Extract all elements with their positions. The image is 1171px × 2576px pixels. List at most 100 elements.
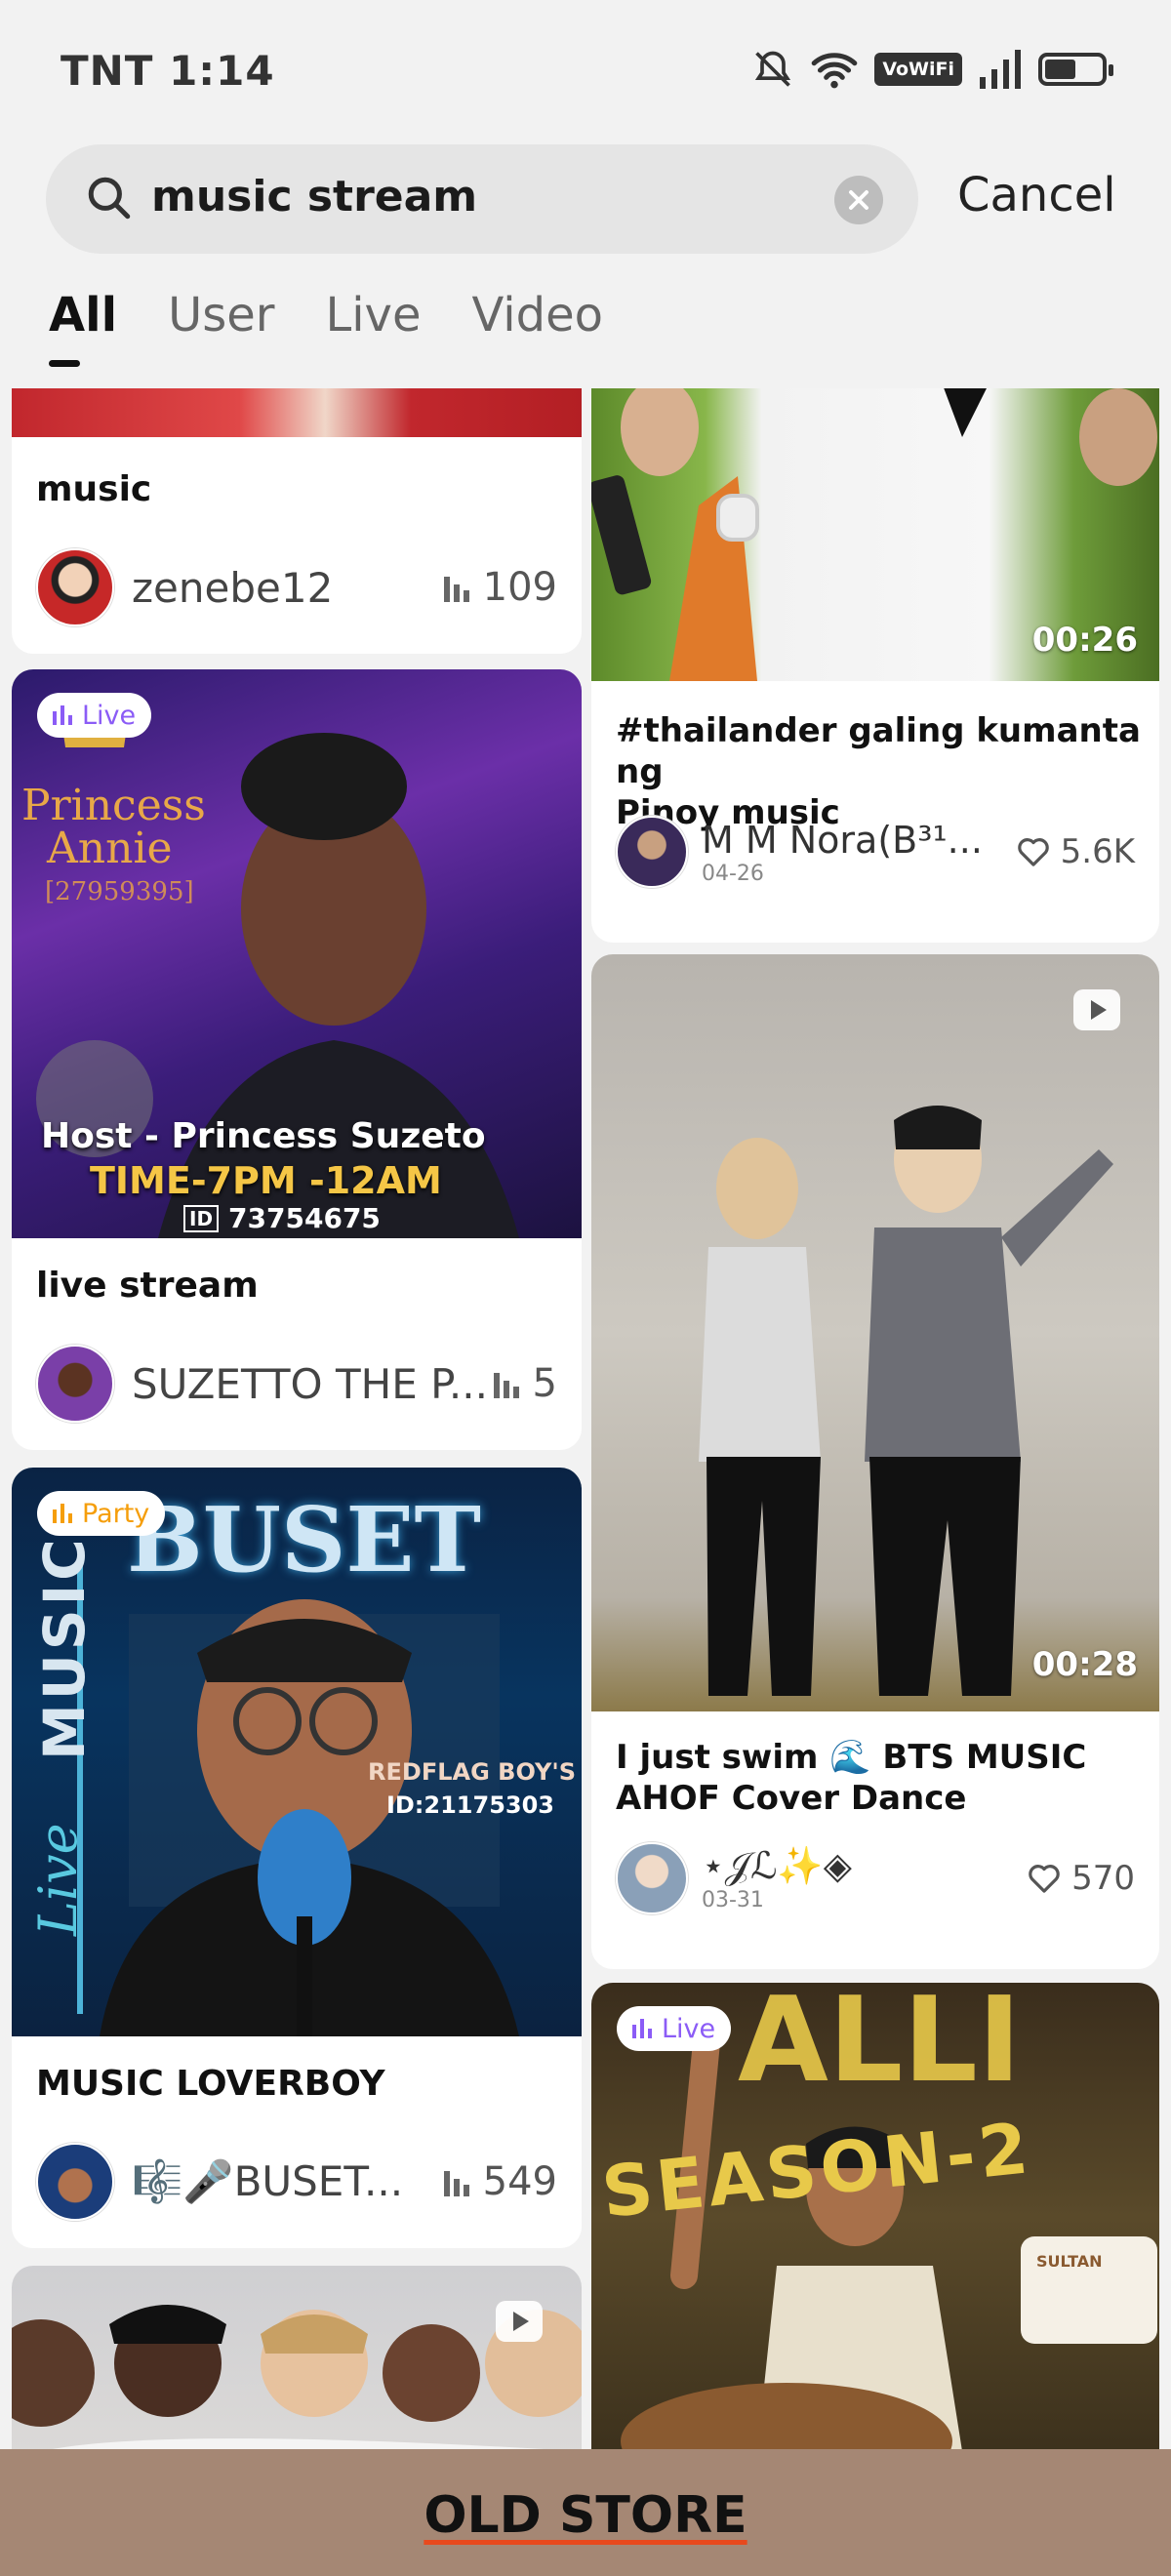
room-id-text: 73754675 (228, 1202, 381, 1234)
live-badge: Live (617, 2006, 732, 2051)
battery-icon (1038, 53, 1113, 86)
store-banner-label[interactable]: OLD STORE (0, 2486, 1171, 2545)
overlay-side-text: MUSIC (31, 1535, 98, 1760)
username[interactable]: SUZETTO THE P... (132, 1360, 492, 1408)
result-thumbnail: BUSET MUSIC Live REDFLAG BOY'S ID:211753… (12, 1468, 582, 2036)
overlay-host: Host - Princess Suzeto (41, 1116, 486, 1156)
count-text: 109 (482, 565, 557, 610)
result-thumbnail: Princess Annie [27959395] Host - Princes… (12, 669, 582, 1238)
caption-line: AHOF Cover Dance (616, 1779, 967, 1818)
badge-label: Live (82, 700, 137, 731)
likes-text: 5.6K (1060, 832, 1135, 871)
heart-icon[interactable] (1016, 836, 1051, 867)
count-text: 5 (532, 1361, 557, 1406)
post-date: 03-31 (702, 1888, 764, 1912)
store-banner[interactable]: OLD STORE (0, 2449, 1171, 2576)
tab-live[interactable]: Live (325, 288, 421, 342)
party-bars-icon (53, 1504, 72, 1523)
result-caption: MUSIC LOVERBOY (36, 2064, 385, 2104)
caption-line: #thailander galing kumanta ng (616, 711, 1141, 791)
video-play-icon (496, 2301, 543, 2342)
status-time: TNT 1:14 (61, 47, 275, 95)
search-bar[interactable]: music stream (46, 144, 918, 254)
result-card[interactable]: ALLI SEASON-2 SULTAN Live (591, 1983, 1159, 2449)
result-meta: SUZETTO THE P... 5 (36, 1345, 557, 1423)
mute-icon (755, 51, 791, 87)
tab-user[interactable]: User (168, 288, 274, 342)
status-icons: VoWiFi (751, 47, 1113, 92)
username[interactable]: 🎼🎤BUSET... (132, 2157, 442, 2206)
live-badge: Live (37, 693, 152, 738)
user-info: ⋆𝒥ℒ✨◈ 03-31 (702, 1844, 1027, 1912)
tab-video[interactable]: Video (471, 288, 602, 342)
likes-text: 570 (1071, 1859, 1135, 1898)
overlay-id: ID:21175303 (385, 1791, 554, 1819)
overlay-id: [27959395] (45, 877, 194, 906)
overlay-live-script: Live (27, 1823, 89, 1936)
bars-icon (493, 1373, 519, 1398)
view-count: 5 (492, 1361, 557, 1406)
vowifi-badge: VoWiFi (874, 53, 962, 86)
video-play-icon (1073, 989, 1120, 1030)
view-count: 109 (442, 565, 557, 610)
avatar[interactable] (36, 1345, 114, 1423)
party-badge: Party (37, 1491, 166, 1536)
avatar[interactable] (36, 548, 114, 626)
avatar[interactable] (616, 816, 688, 888)
user-info: M M Nora(B³¹... 04-26 (702, 819, 1016, 886)
overlay-sign: SULTAN (1036, 2252, 1103, 2271)
video-duration: 00:26 (1031, 621, 1138, 660)
post-date: 04-26 (702, 861, 764, 886)
count-text: 549 (482, 2159, 557, 2204)
result-caption: live stream (36, 1266, 259, 1306)
result-thumbnail: ALLI SEASON-2 SULTAN Live (591, 1983, 1159, 2449)
result-caption: I just swim 🌊 BTS MUSIC AHOF Cover Dance (616, 1737, 1086, 1819)
result-thumbnail (12, 2266, 582, 2449)
result-caption: music (36, 469, 152, 509)
wifi-icon (811, 53, 858, 89)
bars-icon (443, 577, 469, 602)
username[interactable]: ⋆𝒥ℒ✨◈ (702, 1844, 1027, 1888)
username[interactable]: M M Nora(B³¹... (702, 819, 1016, 862)
result-thumbnail: 00:26 (591, 388, 1159, 681)
result-card[interactable]: BUSET MUSIC Live REDFLAG BOY'S ID:211753… (12, 1468, 582, 2248)
bars-icon (443, 2171, 469, 2196)
result-thumbnail (12, 388, 582, 437)
result-card[interactable]: 00:26 #thailander galing kumanta ng Pino… (591, 388, 1159, 943)
result-card[interactable]: music zenebe12 109 (12, 388, 582, 654)
close-icon (849, 190, 868, 210)
result-meta: zenebe12 109 (36, 548, 557, 626)
svg-text:ALLI: ALLI (738, 1983, 1021, 2109)
video-duration: 00:28 (1031, 1645, 1138, 1684)
heart-icon[interactable] (1027, 1863, 1062, 1894)
like-count: 5.6K (1016, 832, 1135, 871)
result-card[interactable] (12, 2266, 582, 2449)
tab-all[interactable]: All (49, 288, 117, 367)
result-thumbnail: 00:28 (591, 954, 1159, 1711)
search-tabs: All User Live Video (49, 288, 603, 367)
cancel-button[interactable]: Cancel (957, 168, 1116, 222)
overlay-room-id: ID 73754675 (183, 1202, 381, 1234)
video-thumbnail-art (12, 2305, 582, 2449)
search-icon (88, 177, 131, 220)
result-card[interactable]: Princess Annie [27959395] Host - Princes… (12, 669, 582, 1450)
like-count: 570 (1027, 1859, 1135, 1898)
overlay-title: Annie (47, 824, 173, 873)
signal-icon (980, 50, 1021, 89)
avatar[interactable] (616, 1842, 688, 1914)
result-meta: 🎼🎤BUSET... 549 (36, 2143, 557, 2221)
search-input[interactable]: music stream (151, 172, 477, 221)
result-meta: ⋆𝒥ℒ✨◈ 03-31 570 (616, 1842, 1135, 1914)
overlay-tag: REDFLAG BOY'S (368, 1758, 576, 1786)
avatar[interactable] (36, 2143, 114, 2221)
clear-search-button[interactable] (834, 176, 883, 224)
overlay-time: TIME-7PM -12AM (90, 1159, 442, 1202)
username[interactable]: zenebe12 (132, 564, 442, 612)
view-count: 549 (442, 2159, 557, 2204)
caption-line: I just swim 🌊 BTS MUSIC (616, 1738, 1087, 1777)
result-meta: M M Nora(B³¹... 04-26 5.6K (616, 816, 1135, 888)
badge-label: Live (662, 2013, 716, 2044)
badge-label: Party (82, 1498, 150, 1529)
result-card[interactable]: 00:28 I just swim 🌊 BTS MUSIC AHOF Cover… (591, 954, 1159, 1969)
overlay-title: Princess (21, 781, 206, 830)
